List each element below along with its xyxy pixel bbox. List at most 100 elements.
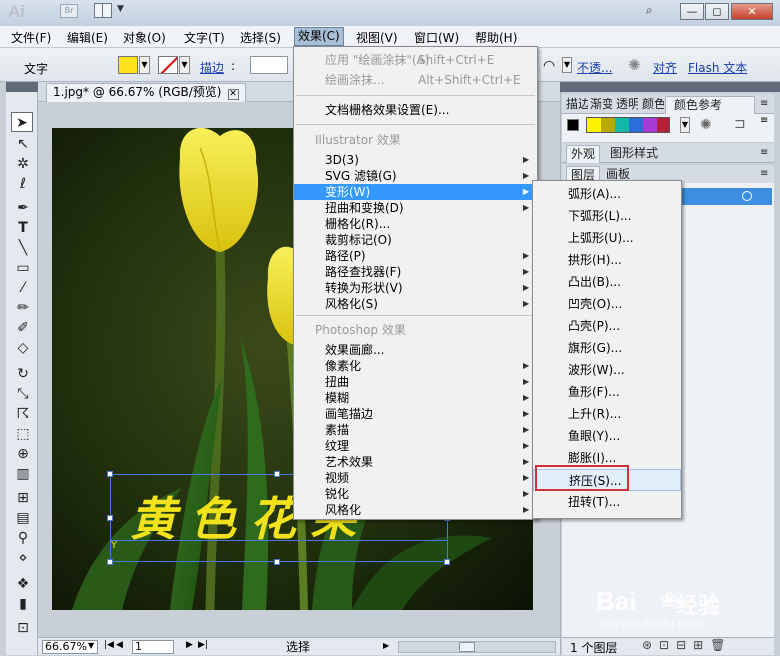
column-graph-tool-icon[interactable]: ▮ [12, 594, 34, 614]
layer-row[interactable] [672, 188, 772, 205]
mesh-tool-icon[interactable]: ⊞ [12, 488, 34, 508]
stroke-link[interactable]: 描边 [200, 59, 224, 76]
warp-item-bulge[interactable]: 凸出(B)... [533, 271, 681, 293]
warp-item-arc-upper[interactable]: 上弧形(U)... [533, 227, 681, 249]
harmony-colors-strip[interactable] [586, 117, 670, 133]
menu-item-stylize-ps[interactable]: 风格化 ▶ [294, 502, 537, 518]
previous-artboard-icon[interactable]: ◀ [116, 640, 123, 650]
harmony-chip[interactable] [601, 118, 615, 132]
current-tool-status[interactable]: 选择 [213, 640, 383, 654]
menu-effect[interactable]: 效果(C) [294, 27, 344, 46]
panel-menu-icon[interactable]: ≡ [760, 96, 768, 114]
layer-target-icon[interactable] [742, 191, 752, 201]
menu-item-texture[interactable]: 纹理 ▶ [294, 438, 537, 454]
warp-item-rise[interactable]: 上升(R)... [533, 403, 681, 425]
search-icon[interactable]: ⌕ [646, 3, 666, 20]
blend-tool-icon[interactable]: ⋄ [12, 548, 34, 568]
bbox-handle-br[interactable] [444, 559, 450, 565]
chevron-down-icon[interactable]: ▼ [88, 641, 94, 650]
stroke-dropdown[interactable]: ▼ [179, 56, 190, 74]
arrange-documents-icon[interactable] [94, 3, 112, 18]
save-color-group-icon[interactable]: ⊐ [734, 116, 746, 132]
rotate-tool-icon[interactable]: ↻ [12, 364, 34, 384]
warp-tool-icon[interactable]: ☈ [12, 404, 34, 424]
warp-item-flag[interactable]: 旗形(G)... [533, 337, 681, 359]
menu-item-blur[interactable]: 模糊 ▶ [294, 390, 537, 406]
eyedropper-tool-icon[interactable]: ⚲ [12, 528, 34, 548]
menu-item-apply-last[interactable]: 应用 "绘画涂抹"(A) Shift+Ctrl+E [294, 52, 537, 68]
tools-panel-header[interactable] [6, 82, 38, 92]
free-transform-tool-icon[interactable]: ⬚ [12, 424, 34, 444]
tab-stroke[interactable]: 描边 [566, 96, 588, 114]
warp-item-fish[interactable]: 鱼形(F)... [533, 381, 681, 403]
tab-color[interactable]: 颜色 [642, 96, 664, 114]
brush-dropdown[interactable]: ▼ [562, 57, 572, 73]
warp-item-shell-lower[interactable]: 凹壳(O)... [533, 293, 681, 315]
tab-appearance[interactable]: 外观 [566, 145, 601, 163]
rectangle-tool-icon[interactable]: ▭ [12, 258, 34, 278]
menu-file[interactable]: 文件(F) [11, 29, 51, 46]
next-artboard-icon[interactable]: ▶ [186, 640, 193, 650]
first-artboard-icon[interactable]: |◀ [104, 640, 114, 650]
fill-dropdown[interactable]: ▼ [139, 56, 150, 74]
menu-item-brush-strokes[interactable]: 画笔描边 ▶ [294, 406, 537, 422]
fill-color-swatch[interactable] [118, 56, 138, 74]
menu-item-distort-transform[interactable]: 扭曲和变换(D) ▶ [294, 200, 537, 216]
bbox-handle-tc[interactable] [274, 471, 280, 477]
panel-menu-icon[interactable]: ≡ [760, 115, 768, 126]
menu-item-3d[interactable]: 3D(3) ▶ [294, 152, 537, 168]
warp-item-shell-upper[interactable]: 凸壳(P)... [533, 315, 681, 337]
opacity-link[interactable]: 不透... [577, 59, 612, 76]
menu-item-convert-to-shape[interactable]: 转换为形状(V) ▶ [294, 280, 537, 296]
tab-color-guide[interactable]: 颜色参考 [665, 96, 755, 114]
artboard-tool-icon[interactable]: ⊡ [12, 618, 34, 638]
minimize-button[interactable]: — [680, 3, 704, 20]
harmony-chip[interactable] [643, 118, 657, 132]
menu-item-rasterize[interactable]: 栅格化(R)... [294, 216, 537, 232]
blob-brush-tool-icon[interactable]: ✐ [12, 318, 34, 338]
warp-item-arc[interactable]: 弧形(A)... [533, 183, 681, 205]
menu-item-sketch[interactable]: 素描 ▶ [294, 422, 537, 438]
warp-item-wave[interactable]: 波形(W)... [533, 359, 681, 381]
brush-icon[interactable]: ◠ [543, 58, 555, 74]
direct-selection-tool-icon[interactable]: ↖ [12, 134, 34, 154]
stroke-none-swatch[interactable] [158, 56, 178, 74]
pencil-tool-icon[interactable]: ✏ [12, 298, 34, 318]
warp-item-twist[interactable]: 扭转(T)... [533, 491, 681, 513]
menu-help[interactable]: 帮助(H) [475, 29, 517, 46]
stroke-weight-input[interactable] [250, 56, 288, 74]
artboard-number-field[interactable]: 1 [132, 640, 174, 654]
symbol-sprayer-tool-icon[interactable]: ❖ [12, 574, 34, 594]
panel-menu-icon[interactable]: ≡ [760, 166, 768, 184]
menu-item-artistic[interactable]: 艺术效果 ▶ [294, 454, 537, 470]
bbox-handle-ml[interactable] [107, 515, 113, 521]
menu-item-video[interactable]: 视频 ▶ [294, 470, 537, 486]
bbox-handle-bc[interactable] [274, 559, 280, 565]
harmony-chip[interactable] [615, 118, 629, 132]
recolor-artwork-icon[interactable]: ✺ [700, 117, 712, 133]
tab-transparency[interactable]: 透明 [616, 96, 638, 114]
bbox-handle-bl[interactable] [107, 559, 113, 565]
menu-view[interactable]: 视图(V) [356, 29, 398, 46]
menu-item-stylize[interactable]: 风格化(S) ▶ [294, 296, 537, 312]
harmony-rules-dropdown[interactable]: ▼ [680, 117, 690, 133]
paintbrush-tool-icon[interactable]: ⁄ [12, 278, 34, 298]
menu-item-warp[interactable]: 变形(W) ▶ [294, 184, 537, 200]
menu-item-sharpen[interactable]: 锐化 ▶ [294, 486, 537, 502]
document-tab-close-icon[interactable]: ✕ [227, 89, 239, 100]
menu-item-crop-marks[interactable]: 裁剪标记(O) [294, 232, 537, 248]
harmony-chip[interactable] [657, 118, 669, 132]
warp-item-arch[interactable]: 拱形(H)... [533, 249, 681, 271]
warp-item-arc-lower[interactable]: 下弧形(L)... [533, 205, 681, 227]
panel-dock-header[interactable] [560, 82, 780, 92]
chevron-down-icon[interactable]: ▼ [117, 4, 124, 14]
last-artboard-icon[interactable]: ▶| [198, 640, 208, 650]
menu-object[interactable]: 对象(O) [123, 29, 166, 46]
panel-menu-icon[interactable]: ≡ [760, 145, 768, 163]
base-color-swatch[interactable] [567, 119, 579, 131]
menu-type[interactable]: 文字(T) [184, 29, 225, 46]
pen-tool-icon[interactable]: ✒ [12, 198, 34, 218]
selection-tool-icon[interactable]: ➤ [11, 112, 33, 132]
menu-item-last-effect[interactable]: 绘画涂抹... Alt+Shift+Ctrl+E [294, 72, 537, 88]
flash-text-link[interactable]: Flash 文本 [688, 59, 747, 76]
